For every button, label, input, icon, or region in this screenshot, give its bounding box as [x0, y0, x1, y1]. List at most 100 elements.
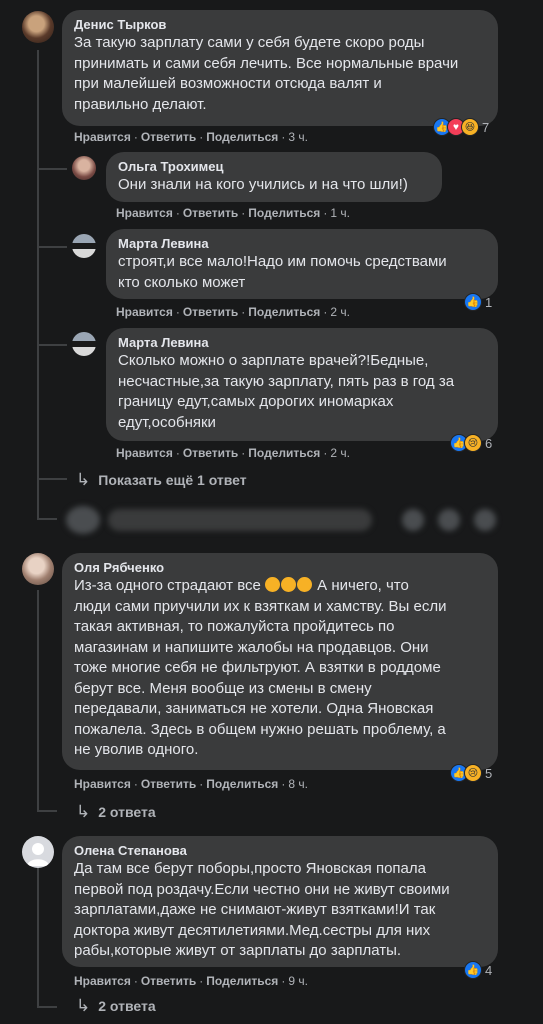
avatar[interactable]	[22, 11, 54, 43]
composer-icon	[438, 509, 460, 531]
like-button[interactable]: Нравится	[74, 974, 131, 988]
avatar[interactable]	[72, 332, 96, 356]
reactions-count: 6	[485, 435, 493, 451]
comment-text: Да там все берут поборы,просто Яновская …	[74, 860, 450, 959]
reply-bubble: Ольга Трохимец Они знали на кого учились…	[106, 152, 442, 202]
comment-time[interactable]: 3 ч.	[288, 130, 308, 144]
comment-time[interactable]: 2 ч.	[330, 446, 350, 460]
view-replies-link[interactable]: ↳ 2 ответа	[76, 802, 156, 822]
reply-branch	[37, 246, 67, 248]
laugh-emoji-icon	[297, 577, 313, 592]
show-more-replies-link[interactable]: ↳ Показать ещё 1 ответ	[76, 470, 247, 490]
comment-author[interactable]: Марта Левина	[118, 334, 486, 351]
reactions-summary[interactable]: 👍 4	[464, 960, 492, 980]
comment-actions: Нравится · Ответить · Поделиться · 3 ч.	[74, 130, 308, 144]
reply-arrow-icon: ↳	[76, 470, 91, 489]
share-button[interactable]: Поделиться	[248, 446, 320, 460]
like-button[interactable]: Нравится	[116, 206, 173, 220]
thread-line	[37, 590, 39, 812]
reply-button[interactable]: Ответить	[141, 130, 196, 144]
reply-button[interactable]: Ответить	[183, 446, 238, 460]
comment-time[interactable]: 8 ч.	[288, 777, 308, 791]
composer-icon	[402, 509, 424, 531]
avatar[interactable]	[72, 234, 96, 258]
reactions-count: 7	[482, 119, 490, 135]
comment-bubble: Олена Степанова Да там все берут поборы,…	[62, 836, 498, 967]
composer-avatar	[66, 506, 100, 534]
avatar[interactable]	[22, 836, 54, 868]
reply-arrow-icon: ↳	[76, 996, 91, 1015]
thread-line	[37, 868, 39, 1008]
replies-label: 2 ответа	[98, 998, 156, 1014]
comment-text: Из-за одного страдают все А ничего, что …	[74, 576, 486, 761]
comment-actions: Нравится · Ответить · Поделиться · 8 ч.	[74, 777, 308, 791]
comment-text-part: Из-за одного страдают все	[74, 577, 261, 594]
view-replies-link[interactable]: ↳ 2 ответа	[76, 996, 156, 1016]
share-button[interactable]: Поделиться	[248, 305, 320, 319]
haha-icon: 😆	[461, 118, 479, 136]
reply-composer[interactable]	[108, 509, 372, 531]
thread-branch	[37, 810, 57, 812]
avatar[interactable]	[72, 156, 96, 180]
reply-button[interactable]: Ответить	[183, 206, 238, 220]
reply-button[interactable]: Ответить	[141, 777, 196, 791]
like-button[interactable]: Нравится	[74, 777, 131, 791]
comment-text: Они знали на кого учились и на что шли!)	[118, 176, 408, 193]
reactions-count: 4	[485, 962, 493, 978]
reply-bubble: Марта Левина Сколько можно о зарплате вр…	[106, 328, 498, 441]
comment-text: строят,и все мало!Надо им помочь средств…	[118, 253, 447, 291]
reactions-count: 5	[485, 765, 493, 781]
like-button[interactable]: Нравится	[116, 305, 173, 319]
laugh-emoji-icon	[281, 577, 297, 592]
share-button[interactable]: Поделиться	[248, 206, 320, 220]
reply-bubble: Марта Левина строят,и все мало!Надо им п…	[106, 229, 498, 299]
comment-text-part: люди сами приучили их к взяткам и хамств…	[74, 597, 447, 759]
thread-line	[37, 50, 39, 520]
reply-button[interactable]: Ответить	[183, 305, 238, 319]
reactions-summary[interactable]: 👍 1	[464, 292, 492, 312]
comment-time[interactable]: 2 ч.	[330, 305, 350, 319]
sad-icon: 😢	[464, 764, 482, 782]
reactions-summary[interactable]: 👍 😢 6	[450, 433, 492, 453]
comment-text: Сколько можно о зарплате врачей?!Бедные,…	[118, 352, 455, 431]
reply-branch	[37, 478, 67, 480]
share-button[interactable]: Поделиться	[206, 777, 278, 791]
share-button[interactable]: Поделиться	[206, 974, 278, 988]
reactions-count: 1	[485, 294, 493, 310]
comment-author[interactable]: Марта Левина	[118, 235, 486, 252]
replies-label: 2 ответа	[98, 804, 156, 820]
comment-author[interactable]: Денис Тырков	[74, 16, 486, 33]
thread-branch	[37, 1006, 57, 1008]
show-more-label: Показать ещё 1 ответ	[98, 472, 247, 488]
comment-actions: Нравится · Ответить · Поделиться · 2 ч.	[116, 305, 350, 319]
like-button[interactable]: Нравится	[74, 130, 131, 144]
comment-time[interactable]: 1 ч.	[330, 206, 350, 220]
reply-branch	[37, 344, 67, 346]
comment-bubble: Денис Тырков За такую зарплату сами у се…	[62, 10, 498, 126]
comment-time[interactable]: 9 ч.	[288, 974, 308, 988]
comment-author[interactable]: Оля Рябченко	[74, 559, 486, 576]
comment-actions: Нравится · Ответить · Поделиться · 1 ч.	[116, 206, 350, 220]
avatar[interactable]	[22, 553, 54, 585]
reply-arrow-icon: ↳	[76, 802, 91, 821]
comment-bubble: Оля Рябченко Из-за одного страдают все А…	[62, 553, 498, 770]
comment-author[interactable]: Олена Степанова	[74, 842, 486, 859]
share-button[interactable]: Поделиться	[206, 130, 278, 144]
laugh-emoji-icon	[265, 577, 281, 592]
reply-branch	[37, 168, 67, 170]
like-icon: 👍	[464, 293, 482, 311]
comment-text-part: А ничего, что	[313, 577, 409, 594]
comment-author[interactable]: Ольга Трохимец	[118, 158, 430, 175]
comment-text: За такую зарплату сами у себя будете ско…	[74, 34, 459, 113]
reactions-summary[interactable]: 👍 ♥ 😆 7	[433, 117, 489, 137]
comment-actions: Нравится · Ответить · Поделиться · 9 ч.	[74, 974, 308, 988]
thread-branch	[37, 518, 57, 520]
reactions-summary[interactable]: 👍 😢 5	[450, 763, 492, 783]
default-avatar-icon	[27, 843, 49, 866]
like-button[interactable]: Нравится	[116, 446, 173, 460]
sad-icon: 😢	[464, 434, 482, 452]
comment-actions: Нравится · Ответить · Поделиться · 2 ч.	[116, 446, 350, 460]
composer-icon	[474, 509, 496, 531]
reply-button[interactable]: Ответить	[141, 974, 196, 988]
like-icon: 👍	[464, 961, 482, 979]
